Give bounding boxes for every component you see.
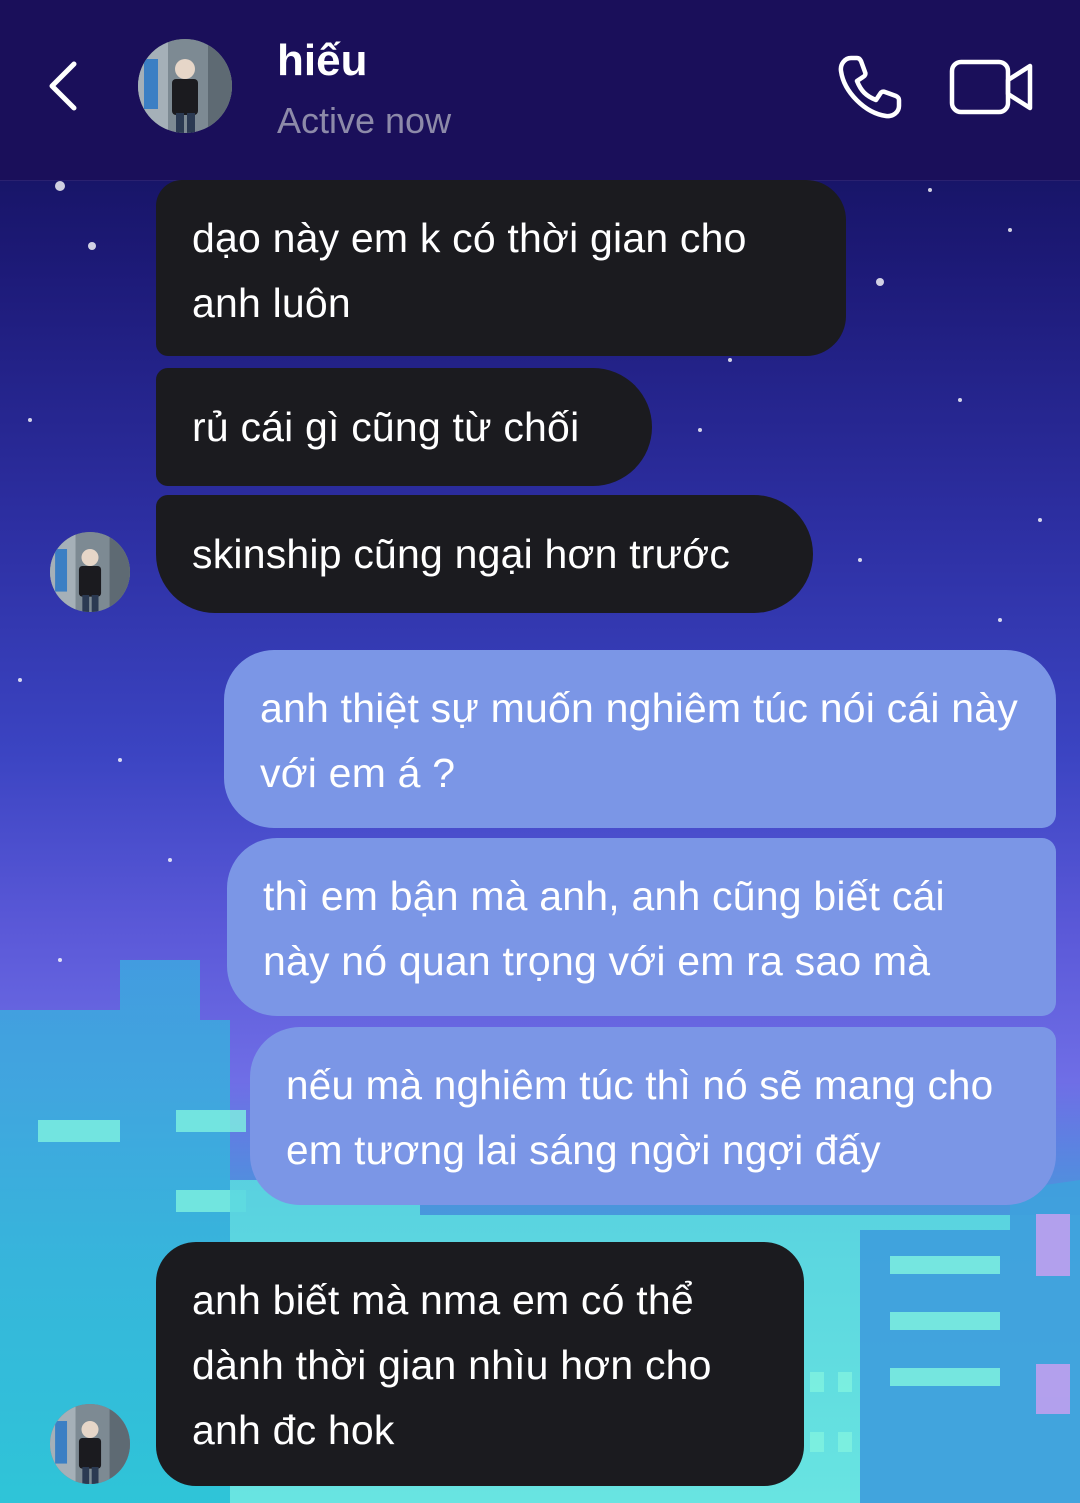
incoming-message-bubble[interactable]: dạo này em k có thời gian cho anh luôn xyxy=(156,180,846,356)
incoming-message-bubble[interactable]: anh biết mà nma em có thể dành thời gian… xyxy=(156,1242,804,1486)
video-camera-icon[interactable] xyxy=(948,56,1036,118)
outgoing-message-bubble[interactable]: nếu mà nghiêm túc thì nó sẽ mang cho em … xyxy=(250,1027,1056,1205)
message-text: anh thiệt sự muốn nghiêm túc nói cái này… xyxy=(260,685,1018,796)
back-chevron-icon[interactable] xyxy=(40,56,88,116)
message-text: rủ cái gì cũng từ chối xyxy=(192,404,580,450)
message-text: thì em bận mà anh, anh cũng biết cái này… xyxy=(263,873,945,984)
outgoing-message-bubble[interactable]: thì em bận mà anh, anh cũng biết cái này… xyxy=(227,838,1056,1016)
active-status: Active now xyxy=(277,100,452,141)
contact-avatar[interactable] xyxy=(50,532,130,612)
chat-header: hiếu Active now xyxy=(0,0,1080,181)
outgoing-message-bubble[interactable]: anh thiệt sự muốn nghiêm túc nói cái này… xyxy=(224,650,1056,828)
phone-icon[interactable] xyxy=(835,52,905,122)
message-text: skinship cũng ngại hơn trước xyxy=(192,531,731,577)
message-text: nếu mà nghiêm túc thì nó sẽ mang cho em … xyxy=(286,1062,994,1173)
contact-avatar[interactable] xyxy=(50,1404,130,1484)
incoming-message-bubble[interactable]: rủ cái gì cũng từ chối xyxy=(156,368,652,486)
message-text: dạo này em k có thời gian cho anh luôn xyxy=(192,215,747,326)
message-text: anh biết mà nma em có thể dành thời gian… xyxy=(192,1277,712,1453)
incoming-message-bubble[interactable]: skinship cũng ngại hơn trước xyxy=(156,495,813,613)
contact-name: hiếu xyxy=(277,36,368,85)
contact-avatar[interactable] xyxy=(138,39,232,133)
